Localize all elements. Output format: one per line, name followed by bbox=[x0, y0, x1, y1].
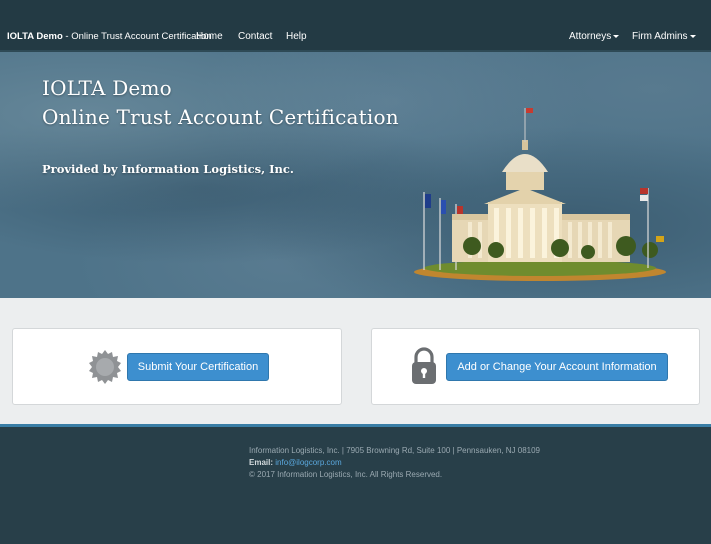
account-card: Add or Change Your Account Information bbox=[371, 328, 700, 405]
submit-certification-button[interactable]: Submit Your Certification bbox=[127, 353, 269, 381]
page-footer: Information Logistics, Inc. | 7905 Brown… bbox=[0, 424, 711, 544]
footer-email-label: Email: bbox=[249, 458, 274, 467]
capitol-building-image bbox=[414, 108, 666, 281]
nav-attorneys-dropdown[interactable]: Attorneys bbox=[569, 31, 619, 42]
brand-name: IOLTA Demo bbox=[7, 31, 63, 42]
hero-title-line1: IOLTA Demo bbox=[42, 76, 172, 100]
nav-firm-admins-dropdown[interactable]: Firm Admins bbox=[632, 31, 696, 42]
padlock-icon bbox=[412, 347, 436, 384]
certification-card: Submit Your Certification bbox=[12, 328, 342, 405]
brand-suffix: - Online Trust Account Certification bbox=[62, 31, 212, 42]
hero-title-line2: Online Trust Account Certification bbox=[42, 105, 399, 129]
footer-email-link[interactable]: info@ilogcorp.com bbox=[275, 458, 341, 467]
account-information-button[interactable]: Add or Change Your Account Information bbox=[446, 353, 668, 381]
footer-copyright: © 2017 Information Logistics, Inc. All R… bbox=[249, 470, 443, 479]
brand-link[interactable]: IOLTA Demo - Online Trust Account Certif… bbox=[7, 31, 212, 42]
nav-home[interactable]: Home bbox=[196, 31, 223, 42]
nav-contact[interactable]: Contact bbox=[238, 31, 272, 42]
hero-provider: Provided by Information Logistics, Inc. bbox=[42, 162, 294, 176]
top-navbar: IOLTA Demo - Online Trust Account Certif… bbox=[0, 0, 711, 52]
hero-banner: IOLTA Demo Online Trust Account Certific… bbox=[0, 52, 711, 298]
actions-section: Submit Your Certification Add or Change … bbox=[0, 298, 711, 424]
nav-help[interactable]: Help bbox=[286, 31, 307, 42]
footer-email-line: Email: info@ilogcorp.com bbox=[249, 458, 342, 467]
footer-address: Information Logistics, Inc. | 7905 Brown… bbox=[249, 446, 540, 455]
seal-badge-icon bbox=[89, 350, 121, 384]
